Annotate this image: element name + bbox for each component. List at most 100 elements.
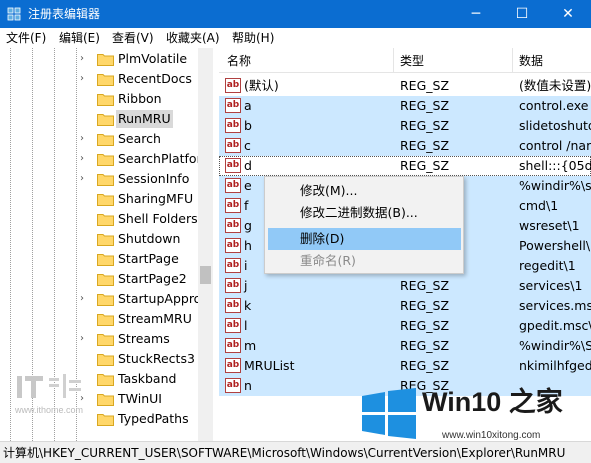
string-value-icon: ab [225, 138, 241, 153]
folder-icon [97, 294, 114, 306]
tree-item-label: RunMRU [116, 110, 173, 128]
tree-item[interactable]: › SessionInfo [0, 169, 200, 189]
tree-item-label: RecentDocs [118, 71, 192, 86]
tree-item[interactable]: StuckRects3 [0, 349, 200, 369]
value-data: Powershell\1 [519, 238, 591, 253]
value-data: shell:::{05d7b0f4 [519, 158, 591, 173]
expand-arrow-icon[interactable]: › [80, 73, 90, 85]
minimize-button[interactable]: ─ [453, 0, 499, 28]
list-item[interactable]: abl REG_SZ gpedit.msc\1 [219, 316, 591, 336]
menu-file[interactable]: 文件(F) [6, 31, 46, 45]
tree-item-label: Taskband [118, 371, 177, 386]
tree-item[interactable]: Shutdown [0, 229, 200, 249]
tree-item-label: Streams [118, 331, 170, 346]
column-data-header[interactable]: 数据 [519, 54, 543, 68]
tree-item[interactable]: › Streams [0, 329, 200, 349]
list-item[interactable]: ab j REG_SZ services\1 [219, 276, 591, 296]
string-value-icon: ab [225, 318, 241, 333]
ithome-watermark: www.ithome.com [15, 370, 95, 415]
folder-icon [97, 394, 114, 406]
win10-title: Win10 之家 [422, 387, 563, 417]
menu-favorites[interactable]: 收藏夹(A) [166, 31, 220, 45]
value-name: i [244, 258, 248, 273]
list-item[interactable]: ab (默认) REG_SZ (数值未设置) [219, 76, 591, 96]
menu-help[interactable]: 帮助(H) [232, 31, 274, 45]
tree-item[interactable]: SharingMFU [0, 189, 200, 209]
value-name: k [244, 298, 252, 313]
menu-edit[interactable]: 编辑(E) [59, 31, 100, 45]
tree-item[interactable]: StreamMRU [0, 309, 200, 329]
value-name: l [244, 318, 248, 333]
tree-item[interactable]: Ribbon [0, 89, 200, 109]
tree-item[interactable]: › Search [0, 129, 200, 149]
close-button[interactable]: ✕ [545, 0, 591, 28]
tree-scrollbar-thumb[interactable] [200, 266, 211, 284]
expand-arrow-icon[interactable]: › [80, 153, 90, 165]
win10-watermark: Win10 之家 www.win10xitong.com [360, 384, 591, 454]
expand-arrow-icon[interactable]: › [80, 53, 90, 65]
value-data: wsreset\1 [519, 218, 580, 233]
context-modify[interactable]: 修改(M)... [268, 180, 461, 202]
folder-icon [97, 114, 114, 126]
expand-arrow-icon[interactable]: › [80, 173, 90, 185]
string-value-icon: ab [225, 178, 241, 193]
folder-icon [97, 74, 114, 86]
tree-item[interactable]: RunMRU [0, 109, 200, 129]
expand-arrow-icon[interactable]: › [80, 133, 90, 145]
string-value-icon: ab [225, 98, 241, 113]
list-item[interactable]: aba REG_SZ control.exe desk.cpl [219, 96, 591, 116]
column-divider[interactable] [512, 48, 513, 73]
value-type: REG_SZ [400, 158, 450, 173]
value-name: c [244, 138, 251, 153]
value-name: d [244, 158, 252, 173]
value-type: REG_SZ [400, 358, 450, 373]
folder-icon [97, 174, 114, 186]
context-modify-binary[interactable]: 修改二进制数据(B)... [268, 202, 461, 224]
tree-item[interactable]: ›StartupApproved [0, 289, 212, 309]
string-value-icon: ab [225, 198, 241, 213]
value-type: REG_SZ [400, 98, 450, 113]
list-item[interactable]: abm REG_SZ %windir%\System32 [219, 336, 591, 356]
list-item[interactable]: abd REG_SZ shell:::{05d7b0f4 [219, 156, 591, 176]
tree-item[interactable]: › RecentDocs [0, 69, 200, 89]
value-type: REG_SZ [400, 338, 450, 353]
folder-icon [97, 234, 114, 246]
folder-icon [97, 274, 114, 286]
window-title: 注册表编辑器 [28, 7, 101, 21]
expand-arrow-icon[interactable]: › [80, 293, 90, 305]
value-data: regedit\1 [519, 258, 576, 273]
menu-view[interactable]: 查看(V) [112, 31, 154, 45]
folder-icon [97, 254, 114, 266]
folder-icon [97, 214, 114, 226]
tree-item-label: Shell Folders [118, 211, 198, 226]
value-type: REG_SZ [400, 318, 450, 333]
folder-icon [97, 314, 114, 326]
column-divider[interactable] [393, 48, 394, 73]
tree-item[interactable]: › PlmVolatile [0, 49, 200, 69]
expand-arrow-icon[interactable]: › [80, 333, 90, 345]
list-item[interactable]: abb REG_SZ slidetoshutdown\1 [219, 116, 591, 136]
value-data: %windir%\sysnative [519, 178, 591, 193]
list-item[interactable]: abc REG_SZ control /name [219, 136, 591, 156]
value-name: MRUList [244, 358, 295, 373]
column-type-header[interactable]: 类型 [400, 54, 424, 68]
string-value-icon: ab [225, 158, 241, 173]
tree-item[interactable]: StartPage2 [0, 269, 200, 289]
tree-item[interactable]: › SearchPlatform [0, 149, 212, 169]
value-name: j [244, 278, 248, 293]
tree-item-label: Shutdown [118, 231, 181, 246]
column-name-header[interactable]: 名称 [227, 54, 251, 68]
value-name: e [244, 178, 252, 193]
tree-item[interactable]: Shell Folders [0, 209, 200, 229]
tree-item-label: StuckRects3 [118, 351, 195, 366]
list-item[interactable]: abMRUList REG_SZ nkimilhfgedcbaj [219, 356, 591, 376]
folder-icon [97, 354, 114, 366]
list-item[interactable]: abk REG_SZ services.msc\1 [219, 296, 591, 316]
value-data: cmd\1 [519, 198, 559, 213]
maximize-button[interactable]: ☐ [499, 0, 545, 28]
tree-item[interactable]: StartPage [0, 249, 200, 269]
windows-logo-icon [362, 388, 416, 439]
context-delete[interactable]: 删除(D) [268, 228, 461, 250]
tree-scrollbar[interactable] [198, 48, 213, 441]
value-name: a [244, 98, 252, 113]
